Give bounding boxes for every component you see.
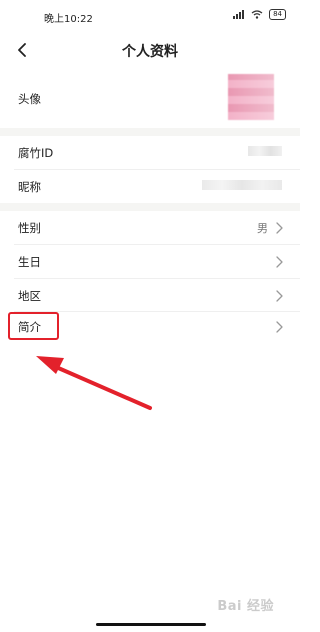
watermark: Bai 经验 bbox=[217, 599, 274, 614]
annotation-arrow bbox=[36, 356, 152, 410]
home-indicator bbox=[96, 623, 206, 626]
